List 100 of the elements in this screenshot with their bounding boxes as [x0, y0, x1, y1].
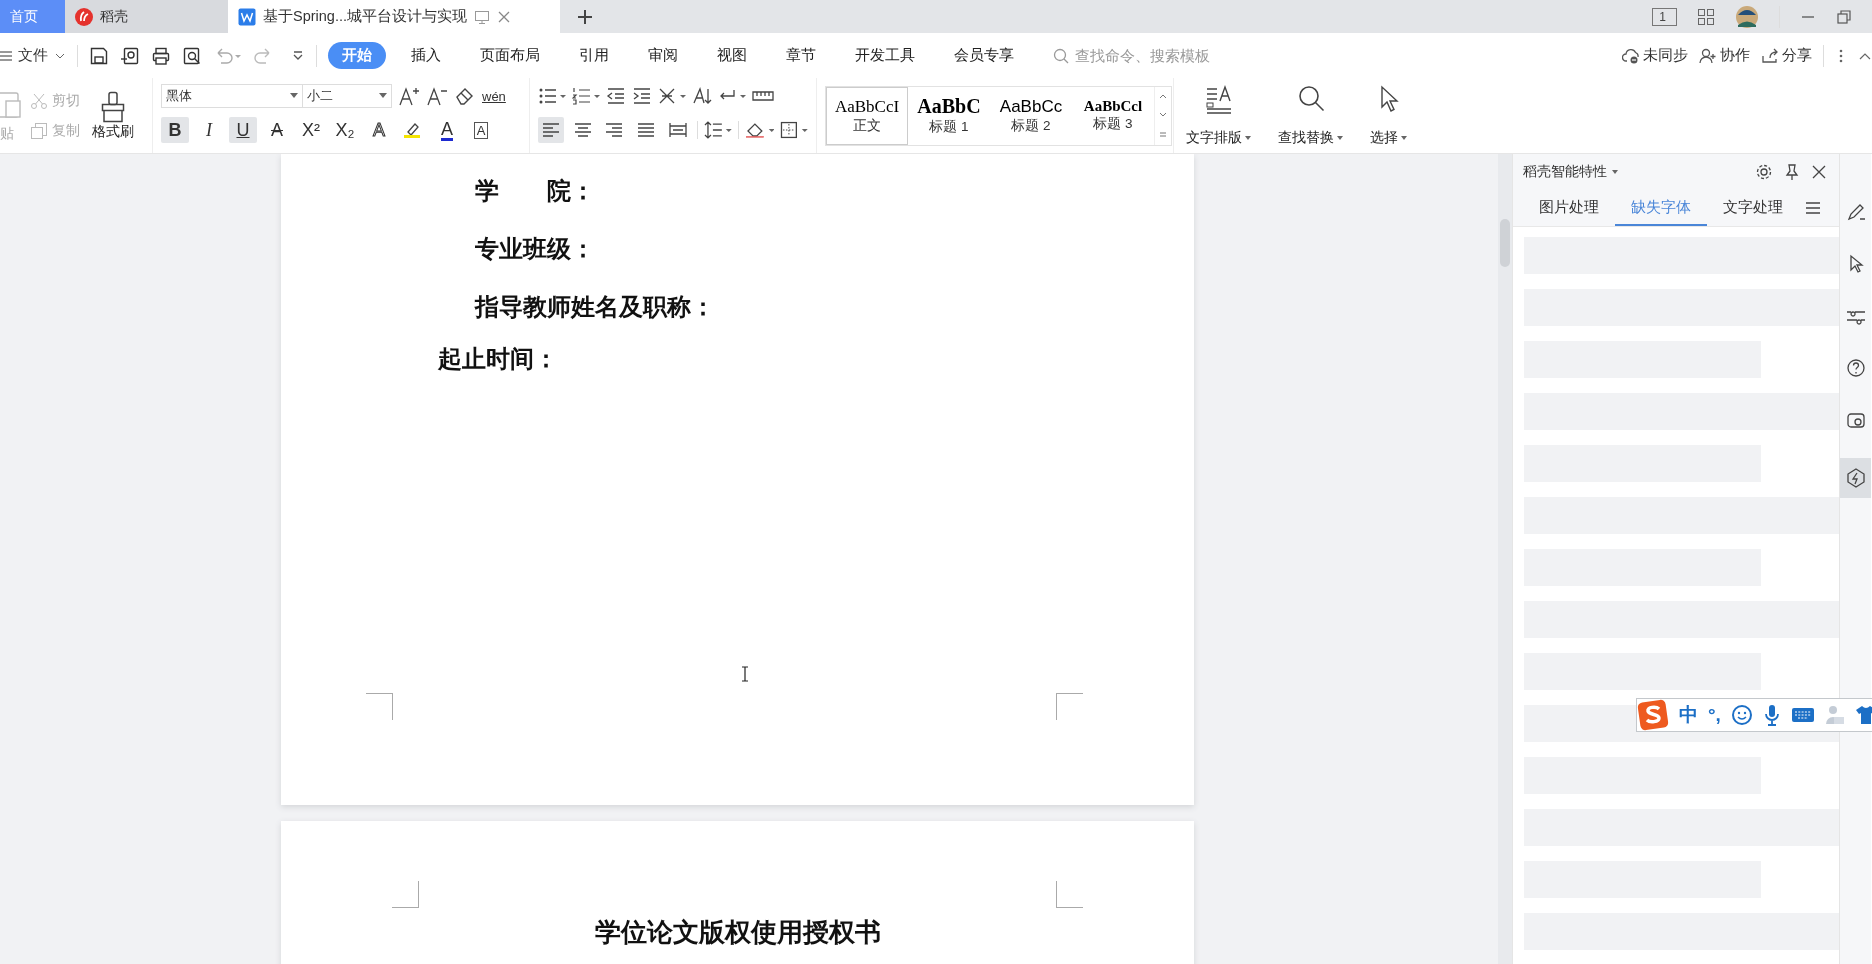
input-method-logo-icon[interactable]	[1637, 699, 1669, 731]
increase-indent-icon[interactable]	[632, 87, 652, 105]
align-distributed-icon[interactable]	[668, 122, 687, 138]
style-preset[interactable]: AaBbCc 标题 2	[990, 86, 1072, 145]
menu-tab[interactable]: 视图	[703, 42, 761, 69]
caret-icon[interactable]	[290, 93, 298, 99]
format-button[interactable]: I	[195, 117, 223, 143]
format-button[interactable]: U	[229, 117, 257, 143]
pen-glyph-icon[interactable]	[1845, 202, 1866, 222]
tshirt-icon[interactable]	[1854, 705, 1872, 725]
sort-icon[interactable]	[692, 87, 712, 105]
share-icon[interactable]	[1761, 47, 1779, 64]
new-tab-icon[interactable]	[576, 7, 594, 26]
format-button[interactable]: X₂	[331, 117, 359, 143]
print-preview-icon[interactable]	[182, 45, 202, 66]
monitor-icon[interactable]	[474, 8, 490, 25]
punctuation-toggle[interactable]: °,	[1708, 704, 1721, 726]
settings-icon[interactable]	[1755, 163, 1773, 181]
style-preset[interactable]: AaBbCcI 正文	[826, 86, 908, 145]
menu-tab[interactable]: 页面布局	[466, 42, 554, 69]
style-preset[interactable]: AaBbCcl 标题 3	[1072, 86, 1154, 145]
format-button[interactable]: A	[467, 117, 495, 143]
menu-tab[interactable]: 引用	[565, 42, 623, 69]
input-method-toolbar[interactable]: 中 °,	[1636, 698, 1872, 732]
toolbar-action[interactable]: 未同步	[1622, 46, 1688, 65]
grid-icon[interactable]	[1697, 7, 1715, 26]
caret-icon[interactable]	[1400, 135, 1408, 141]
help-glyph-icon[interactable]	[1845, 358, 1866, 378]
font-size-dropdown[interactable]: 小二	[302, 84, 392, 108]
format-button[interactable]: A	[365, 117, 393, 143]
bolt-icon[interactable]	[1840, 458, 1871, 498]
format-painter-button[interactable]: 格式刷	[88, 88, 138, 143]
input-mode-toggle[interactable]: 中	[1679, 702, 1698, 728]
avatar-icon[interactable]	[1735, 4, 1759, 29]
format-button[interactable]: X²	[297, 117, 325, 143]
numbered-list-icon[interactable]	[572, 87, 600, 105]
align-button[interactable]	[538, 117, 564, 143]
menu-tab[interactable]: 会员专享	[940, 42, 1028, 69]
keyboard-icon[interactable]	[1790, 706, 1815, 724]
crop-mark	[1056, 693, 1083, 720]
page-count-badge[interactable]: 1	[1652, 7, 1677, 26]
grow-font-icon[interactable]	[398, 86, 420, 106]
caret-icon[interactable]	[379, 93, 387, 99]
align-right-icon[interactable]	[605, 122, 624, 138]
borders-icon[interactable]	[780, 121, 808, 139]
restore-icon[interactable]	[1836, 8, 1852, 25]
menu-tab[interactable]: 审阅	[634, 42, 692, 69]
bolt-glyph-icon[interactable]	[1845, 468, 1866, 488]
decrease-indent-icon[interactable]	[606, 87, 626, 105]
brush-icon[interactable]	[99, 90, 127, 123]
format-button[interactable]: A	[433, 117, 461, 143]
file-menu[interactable]: 文件	[0, 46, 66, 65]
microphone-icon[interactable]	[1762, 704, 1781, 726]
text-direction-icon[interactable]	[658, 87, 686, 105]
style-preset[interactable]: AaBbC 标题 1	[908, 86, 990, 145]
menu-tab[interactable]: 插入	[397, 42, 455, 69]
line-spacing-icon[interactable]	[703, 121, 732, 139]
close-icon[interactable]	[1811, 164, 1827, 180]
toolbar-action[interactable]: 分享	[1761, 46, 1812, 65]
print-icon[interactable]	[151, 45, 171, 66]
ribbon-button[interactable]: 选择	[1366, 82, 1412, 149]
form-label: 指导教师姓名及职称：	[473, 292, 716, 322]
scroll-up-icon[interactable]	[1158, 92, 1168, 101]
export-pdf-icon[interactable]	[120, 45, 140, 66]
command-search-field[interactable]: 查找命令、搜索模板	[1053, 46, 1247, 65]
cloud-icon[interactable]	[1622, 47, 1640, 64]
save-icon[interactable]	[89, 45, 109, 66]
shading-icon[interactable]	[744, 121, 775, 139]
ribbon-button[interactable]: 查找替换	[1274, 82, 1348, 149]
caret-icon[interactable]	[1611, 169, 1619, 175]
format-button[interactable]: A	[263, 117, 291, 143]
ribbon-button[interactable]: 文字排版	[1182, 82, 1256, 149]
menu-icon[interactable]	[1805, 201, 1821, 215]
menu-tab[interactable]: 章节	[772, 42, 830, 69]
menu-tab[interactable]: 开发工具	[841, 42, 929, 69]
panel-tab[interactable]: 图片处理	[1523, 190, 1615, 226]
font-name-dropdown[interactable]: 黑体	[161, 84, 303, 108]
bullet-list-icon[interactable]	[538, 87, 566, 105]
caret-icon[interactable]	[1336, 135, 1344, 141]
pin-icon[interactable]	[1783, 163, 1801, 181]
align-justify-icon[interactable]	[637, 122, 656, 138]
shrink-font-icon[interactable]	[426, 86, 448, 106]
align-left-icon[interactable]	[541, 122, 560, 138]
toolbar-action[interactable]: 协作	[1699, 46, 1750, 65]
caret-icon[interactable]	[1244, 135, 1252, 141]
document-tab[interactable]: 基于Spring...城平台设计与实现	[228, 0, 560, 33]
panel-tab[interactable]: 缺失字体	[1615, 190, 1707, 226]
panel-tab[interactable]: 文字处理	[1707, 190, 1799, 226]
format-button[interactable]: B	[161, 117, 189, 143]
menu-icon[interactable]	[0, 49, 12, 62]
align-center-icon[interactable]	[573, 122, 592, 138]
search-icon[interactable]	[1296, 84, 1326, 114]
add-user-icon[interactable]	[1699, 47, 1717, 64]
store-glyph-icon[interactable]	[1845, 410, 1866, 430]
panel-title[interactable]: 稻壳智能特性	[1523, 163, 1607, 181]
scrollbar[interactable]	[1498, 154, 1512, 964]
text-layout-icon[interactable]	[1204, 84, 1234, 114]
document-tab[interactable]: 稻壳	[65, 0, 228, 33]
phonetic-guide-button[interactable]: wén	[482, 88, 506, 104]
smiley-icon[interactable]	[1730, 704, 1753, 726]
